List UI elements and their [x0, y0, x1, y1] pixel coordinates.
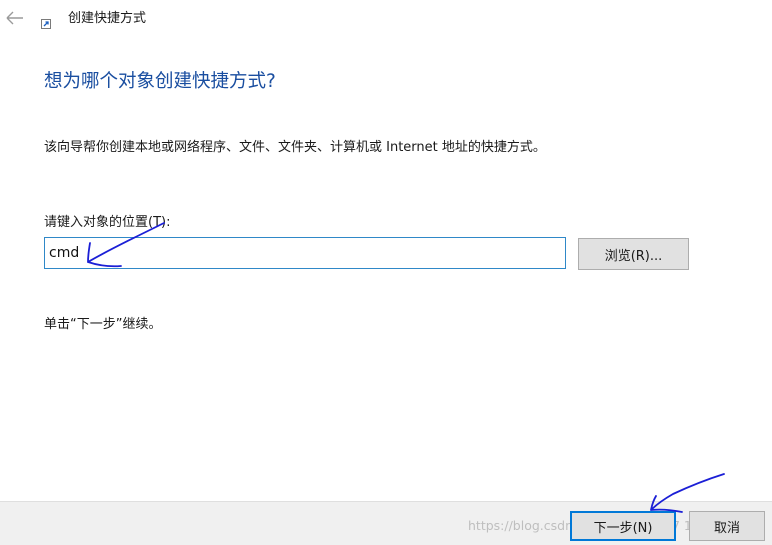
location-input[interactable] [44, 237, 566, 269]
wizard-heading: 想为哪个对象创建快捷方式? [44, 71, 276, 92]
continue-hint: 单击“下一步”继续。 [44, 317, 162, 332]
location-label: 请键入对象的位置(T): [44, 215, 171, 230]
window-title: 创建快捷方式 [68, 11, 147, 26]
cancel-button[interactable]: 取消 [689, 511, 765, 541]
next-button[interactable]: 下一步(N) [570, 511, 676, 541]
back-button[interactable] [4, 7, 26, 29]
wizard-description: 该向导帮你创建本地或网络程序、文件、文件夹、计算机或 Internet 地址的快… [44, 140, 546, 155]
browse-button[interactable]: 浏览(R)... [578, 238, 689, 270]
title-bar: 创建快捷方式 [0, 0, 772, 40]
shortcut-icon [41, 19, 51, 29]
arrow-left-icon [6, 11, 23, 25]
